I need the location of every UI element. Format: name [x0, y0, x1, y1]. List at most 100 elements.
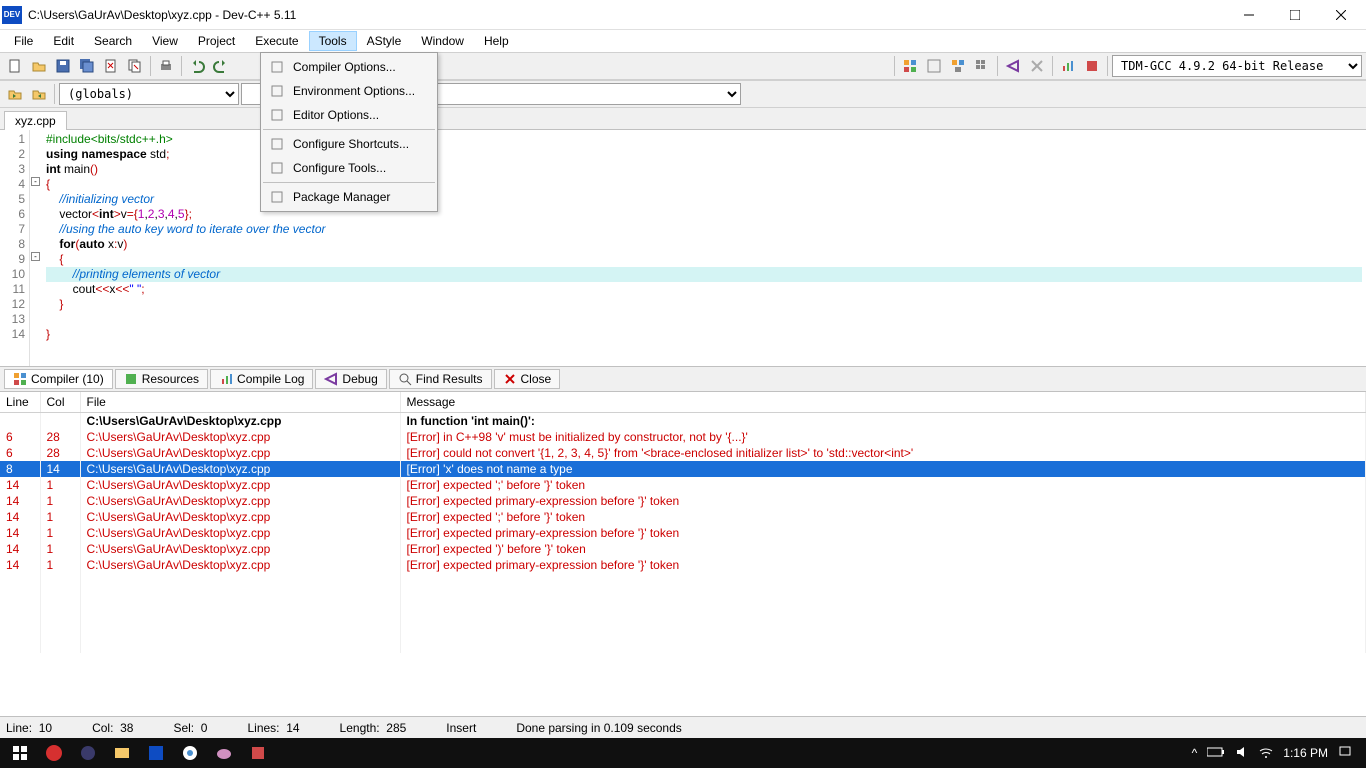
open-icon[interactable]: [28, 55, 50, 77]
table-row[interactable]: 141C:\Users\GaUrAv\Desktop\xyz.cpp[Error…: [0, 541, 1366, 557]
menu-edit[interactable]: Edit: [43, 31, 84, 51]
tray-wifi-icon[interactable]: [1259, 745, 1273, 762]
column-header[interactable]: Message: [400, 392, 1366, 413]
table-row: [0, 621, 1366, 637]
tray-volume-icon[interactable]: [1235, 745, 1249, 762]
panel-tab-icon: [398, 372, 412, 386]
window-title: C:\Users\GaUrAv\Desktop\xyz.cpp - Dev-C+…: [28, 8, 1226, 22]
goto-bookmark-icon[interactable]: [4, 83, 26, 105]
tools-menu-item[interactable]: Configure Shortcuts...: [263, 132, 435, 156]
table-row: [0, 589, 1366, 605]
table-row: [0, 637, 1366, 653]
fold-toggle[interactable]: -: [31, 252, 40, 261]
statusbar: Line: 10 Col: 38 Sel: 0 Lines: 14 Length…: [0, 716, 1366, 738]
status-length: 285: [386, 721, 406, 735]
code-area[interactable]: #include<bits/stdc++.h>using namespace s…: [42, 130, 1366, 366]
taskbar-app-explorer[interactable]: [106, 738, 138, 768]
tools-menu-item[interactable]: Environment Options...: [263, 79, 435, 103]
windows-taskbar[interactable]: ^ 1:16 PM: [0, 738, 1366, 768]
debug-icon[interactable]: [1002, 55, 1024, 77]
taskbar-app-chrome[interactable]: [174, 738, 206, 768]
redo-icon[interactable]: [210, 55, 232, 77]
column-header[interactable]: File: [80, 392, 400, 413]
menu-astyle[interactable]: AStyle: [357, 31, 412, 51]
tray-notifications-icon[interactable]: [1338, 745, 1352, 762]
taskbar-app-eclipse[interactable]: [72, 738, 104, 768]
close-button[interactable]: [1318, 0, 1364, 30]
titlebar: DEV C:\Users\GaUrAv\Desktop\xyz.cpp - De…: [0, 0, 1366, 30]
menu-item-icon: [269, 136, 285, 152]
menu-view[interactable]: View: [142, 31, 188, 51]
toggle-bookmark-icon[interactable]: [28, 83, 50, 105]
menu-execute[interactable]: Execute: [245, 31, 308, 51]
column-header[interactable]: Line: [0, 392, 40, 413]
column-header[interactable]: Col: [40, 392, 80, 413]
menu-window[interactable]: Window: [411, 31, 474, 51]
menu-file[interactable]: File: [4, 31, 43, 51]
compile-run-icon[interactable]: [947, 55, 969, 77]
table-row[interactable]: C:\Users\GaUrAv\Desktop\xyz.cppIn functi…: [0, 413, 1366, 430]
output-panel-tabs: Compiler (10)ResourcesCompile LogDebugFi…: [0, 366, 1366, 392]
fold-toggle[interactable]: -: [31, 177, 40, 186]
panel-tab-icon: [503, 372, 517, 386]
panel-tab-resources[interactable]: Resources: [115, 369, 208, 389]
taskbar-app-devcpp[interactable]: [140, 738, 172, 768]
tools-menu-item[interactable]: Configure Tools...: [263, 156, 435, 180]
panel-tab-debug[interactable]: Debug: [315, 369, 386, 389]
stop-icon[interactable]: [1026, 55, 1048, 77]
delete-profile-icon[interactable]: [1081, 55, 1103, 77]
run-icon[interactable]: [923, 55, 945, 77]
compiler-select[interactable]: TDM-GCC 4.9.2 64-bit Release: [1112, 55, 1362, 77]
compile-icon[interactable]: [899, 55, 921, 77]
tools-menu-item[interactable]: Package Manager: [263, 185, 435, 209]
save-icon[interactable]: [52, 55, 74, 77]
table-row[interactable]: 141C:\Users\GaUrAv\Desktop\xyz.cpp[Error…: [0, 493, 1366, 509]
editor[interactable]: 1234567891011121314 -- #include<bits/std…: [0, 130, 1366, 366]
table-row: [0, 573, 1366, 589]
panel-tab-icon: [13, 372, 27, 386]
table-row[interactable]: 141C:\Users\GaUrAv\Desktop\xyz.cpp[Error…: [0, 509, 1366, 525]
tray-battery-icon[interactable]: [1207, 746, 1225, 761]
tray-clock[interactable]: 1:16 PM: [1283, 746, 1328, 760]
close-all-icon[interactable]: [124, 55, 146, 77]
panel-tab-find-results[interactable]: Find Results: [389, 369, 492, 389]
menu-help[interactable]: Help: [474, 31, 519, 51]
print-icon[interactable]: [155, 55, 177, 77]
main-toolbar: TDM-GCC 4.9.2 64-bit Release: [0, 52, 1366, 80]
table-row[interactable]: 141C:\Users\GaUrAv\Desktop\xyz.cpp[Error…: [0, 525, 1366, 541]
status-line: 10: [39, 721, 52, 735]
profile-icon[interactable]: [1057, 55, 1079, 77]
taskbar-app-snip[interactable]: [242, 738, 274, 768]
close-file-icon[interactable]: [100, 55, 122, 77]
editor-tab[interactable]: xyz.cpp: [4, 111, 67, 130]
panel-tab-compiler-[interactable]: Compiler (10): [4, 369, 113, 389]
fold-gutter[interactable]: --: [30, 130, 42, 366]
rebuild-icon[interactable]: [971, 55, 993, 77]
taskbar-app-opera[interactable]: [38, 738, 70, 768]
minimize-button[interactable]: [1226, 0, 1272, 30]
menu-item-icon: [269, 83, 285, 99]
menu-search[interactable]: Search: [84, 31, 142, 51]
compiler-output-grid[interactable]: LineColFileMessage C:\Users\GaUrAv\Deskt…: [0, 392, 1366, 716]
tools-menu-item[interactable]: Compiler Options...: [263, 55, 435, 79]
panel-tab-compile-log[interactable]: Compile Log: [210, 369, 313, 389]
taskbar-app-paint[interactable]: [208, 738, 240, 768]
undo-icon[interactable]: [186, 55, 208, 77]
table-row[interactable]: 814C:\Users\GaUrAv\Desktop\xyz.cpp[Error…: [0, 461, 1366, 477]
start-button[interactable]: [4, 738, 36, 768]
table-row[interactable]: 628C:\Users\GaUrAv\Desktop\xyz.cpp[Error…: [0, 429, 1366, 445]
maximize-button[interactable]: [1272, 0, 1318, 30]
globals-combo[interactable]: (globals): [59, 83, 239, 105]
menu-item-icon: [269, 59, 285, 75]
tray-chevron-icon[interactable]: ^: [1192, 746, 1198, 760]
table-row[interactable]: 141C:\Users\GaUrAv\Desktop\xyz.cpp[Error…: [0, 557, 1366, 573]
menu-project[interactable]: Project: [188, 31, 245, 51]
table-row[interactable]: 141C:\Users\GaUrAv\Desktop\xyz.cpp[Error…: [0, 477, 1366, 493]
tools-menu-item[interactable]: Editor Options...: [263, 103, 435, 127]
panel-tab-close[interactable]: Close: [494, 369, 561, 389]
menu-tools[interactable]: Tools: [309, 31, 357, 51]
status-sel: 0: [201, 721, 208, 735]
table-row[interactable]: 628C:\Users\GaUrAv\Desktop\xyz.cpp[Error…: [0, 445, 1366, 461]
save-all-icon[interactable]: [76, 55, 98, 77]
new-file-icon[interactable]: [4, 55, 26, 77]
